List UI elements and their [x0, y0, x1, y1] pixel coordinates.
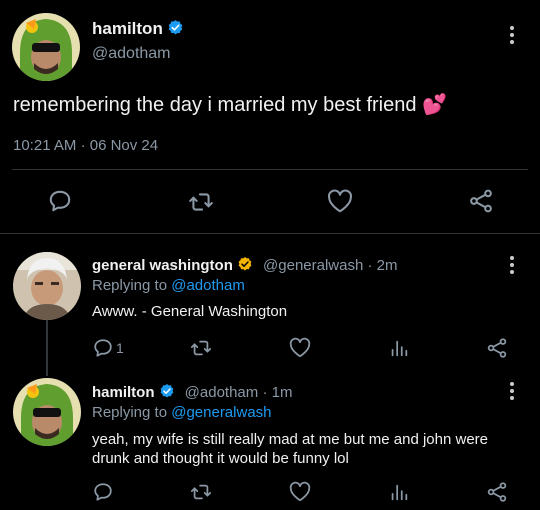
timestamp[interactable]: 10:21 AM · 06 Nov 24: [13, 137, 158, 154]
divider: [12, 169, 528, 170]
avatar-image: [12, 13, 80, 81]
verified-icon: [237, 256, 253, 276]
reply-header: general washington @generalwash · 2m: [92, 256, 398, 276]
author-row: hamilton: [92, 19, 184, 41]
comment-icon[interactable]: [92, 481, 114, 503]
reply-text: Awww. - General Washington: [92, 303, 288, 320]
verified-icon: [159, 383, 175, 403]
reply-age: 1m: [271, 384, 293, 401]
reply-count: 1: [116, 340, 124, 356]
heart-icon[interactable]: [289, 337, 311, 358]
retweet-icon[interactable]: [188, 189, 214, 215]
replying-to-link[interactable]: @generalwash: [171, 404, 271, 421]
comment-icon[interactable]: [47, 188, 73, 214]
handle[interactable]: @adotham: [92, 45, 171, 63]
display-name[interactable]: general washington: [92, 257, 233, 274]
tweet-time: 10:21 AM: [13, 137, 77, 154]
avatar-image: [13, 378, 81, 446]
share-icon[interactable]: [468, 188, 494, 214]
analytics-icon[interactable]: [388, 337, 410, 359]
retweet-icon[interactable]: [190, 337, 212, 359]
analytics-icon[interactable]: [388, 481, 410, 503]
two-hearts-emoji: 💕: [422, 94, 447, 116]
display-name[interactable]: hamilton: [92, 384, 155, 401]
heart-icon[interactable]: [327, 189, 353, 213]
avatar-general-washington[interactable]: [13, 252, 81, 320]
tweet-date: 06 Nov 24: [89, 137, 159, 154]
reply-text: yeah, my wife is still really mad at me …: [92, 431, 488, 467]
reply-header: hamilton @adotham · 1m: [92, 383, 292, 403]
retweet-icon[interactable]: [190, 481, 212, 503]
heart-icon[interactable]: [289, 481, 311, 502]
divider: [0, 233, 540, 234]
replying-label: Replying to: [92, 277, 172, 294]
reply-age: 2m: [376, 257, 398, 274]
kebab-icon[interactable]: [510, 26, 514, 47]
kebab-icon[interactable]: [510, 256, 514, 277]
thread-line: [46, 320, 48, 376]
kebab-icon[interactable]: [510, 382, 514, 403]
replying-to: Replying to @adotham: [92, 277, 245, 294]
tweet-text: remembering the day i married my best fr…: [13, 92, 447, 117]
comment-icon: [94, 339, 112, 357]
separator: ·: [80, 137, 86, 154]
display-name[interactable]: hamilton: [92, 19, 163, 38]
replying-to: Replying to @generalwash: [92, 404, 272, 421]
comment-button[interactable]: 1: [92, 337, 124, 359]
avatar-hamilton[interactable]: [13, 378, 81, 446]
separator: ·: [262, 384, 268, 401]
handle[interactable]: @generalwash: [263, 257, 363, 274]
separator: ·: [367, 257, 373, 274]
share-icon[interactable]: [486, 337, 508, 359]
replying-label: Replying to: [92, 404, 172, 421]
tweet-body: remembering the day i married my best fr…: [13, 94, 417, 116]
share-icon[interactable]: [486, 481, 508, 503]
replying-to-link[interactable]: @adotham: [171, 277, 245, 294]
verified-icon: [167, 19, 184, 41]
avatar-image: [13, 252, 81, 320]
avatar-hamilton[interactable]: [12, 13, 80, 81]
handle[interactable]: @adotham: [185, 384, 259, 401]
